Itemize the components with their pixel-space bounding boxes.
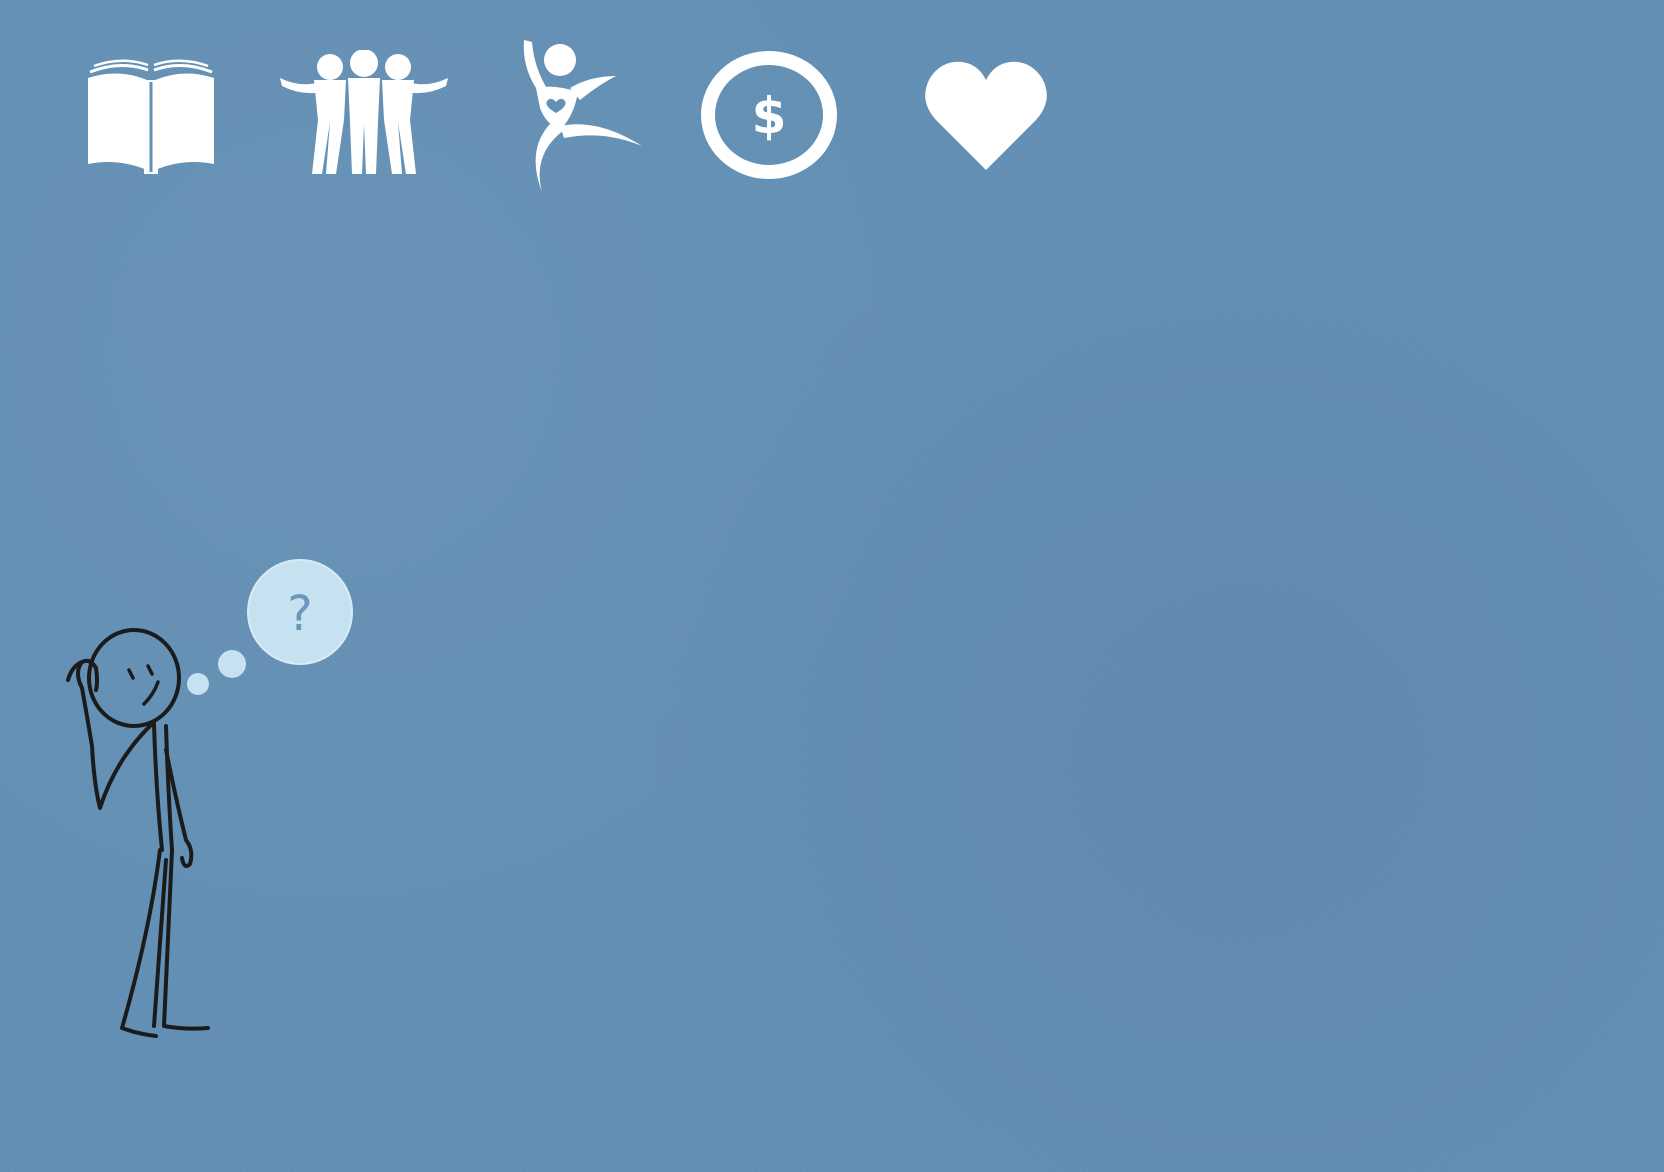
dollar-coin-icon: $ <box>700 50 838 180</box>
icon-row: $ <box>0 0 1100 210</box>
thought-bubble-dot-small <box>187 673 209 695</box>
dollar-sign: $ <box>751 87 787 145</box>
thought-bubble-dot-large <box>218 650 246 678</box>
dancing-person-heart-icon <box>520 38 644 194</box>
group-of-people-icon <box>278 50 450 178</box>
question-mark: ? <box>287 586 313 642</box>
heart-icon <box>922 60 1050 172</box>
open-book-icon <box>86 58 216 176</box>
